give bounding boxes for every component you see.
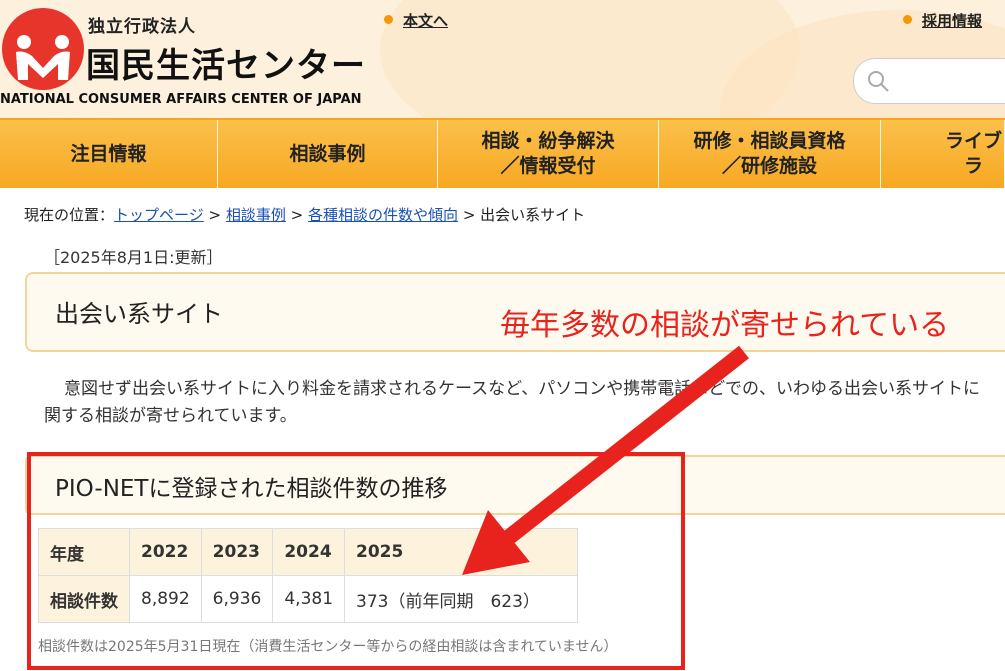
annotation-arrow-icon (462, 345, 749, 575)
